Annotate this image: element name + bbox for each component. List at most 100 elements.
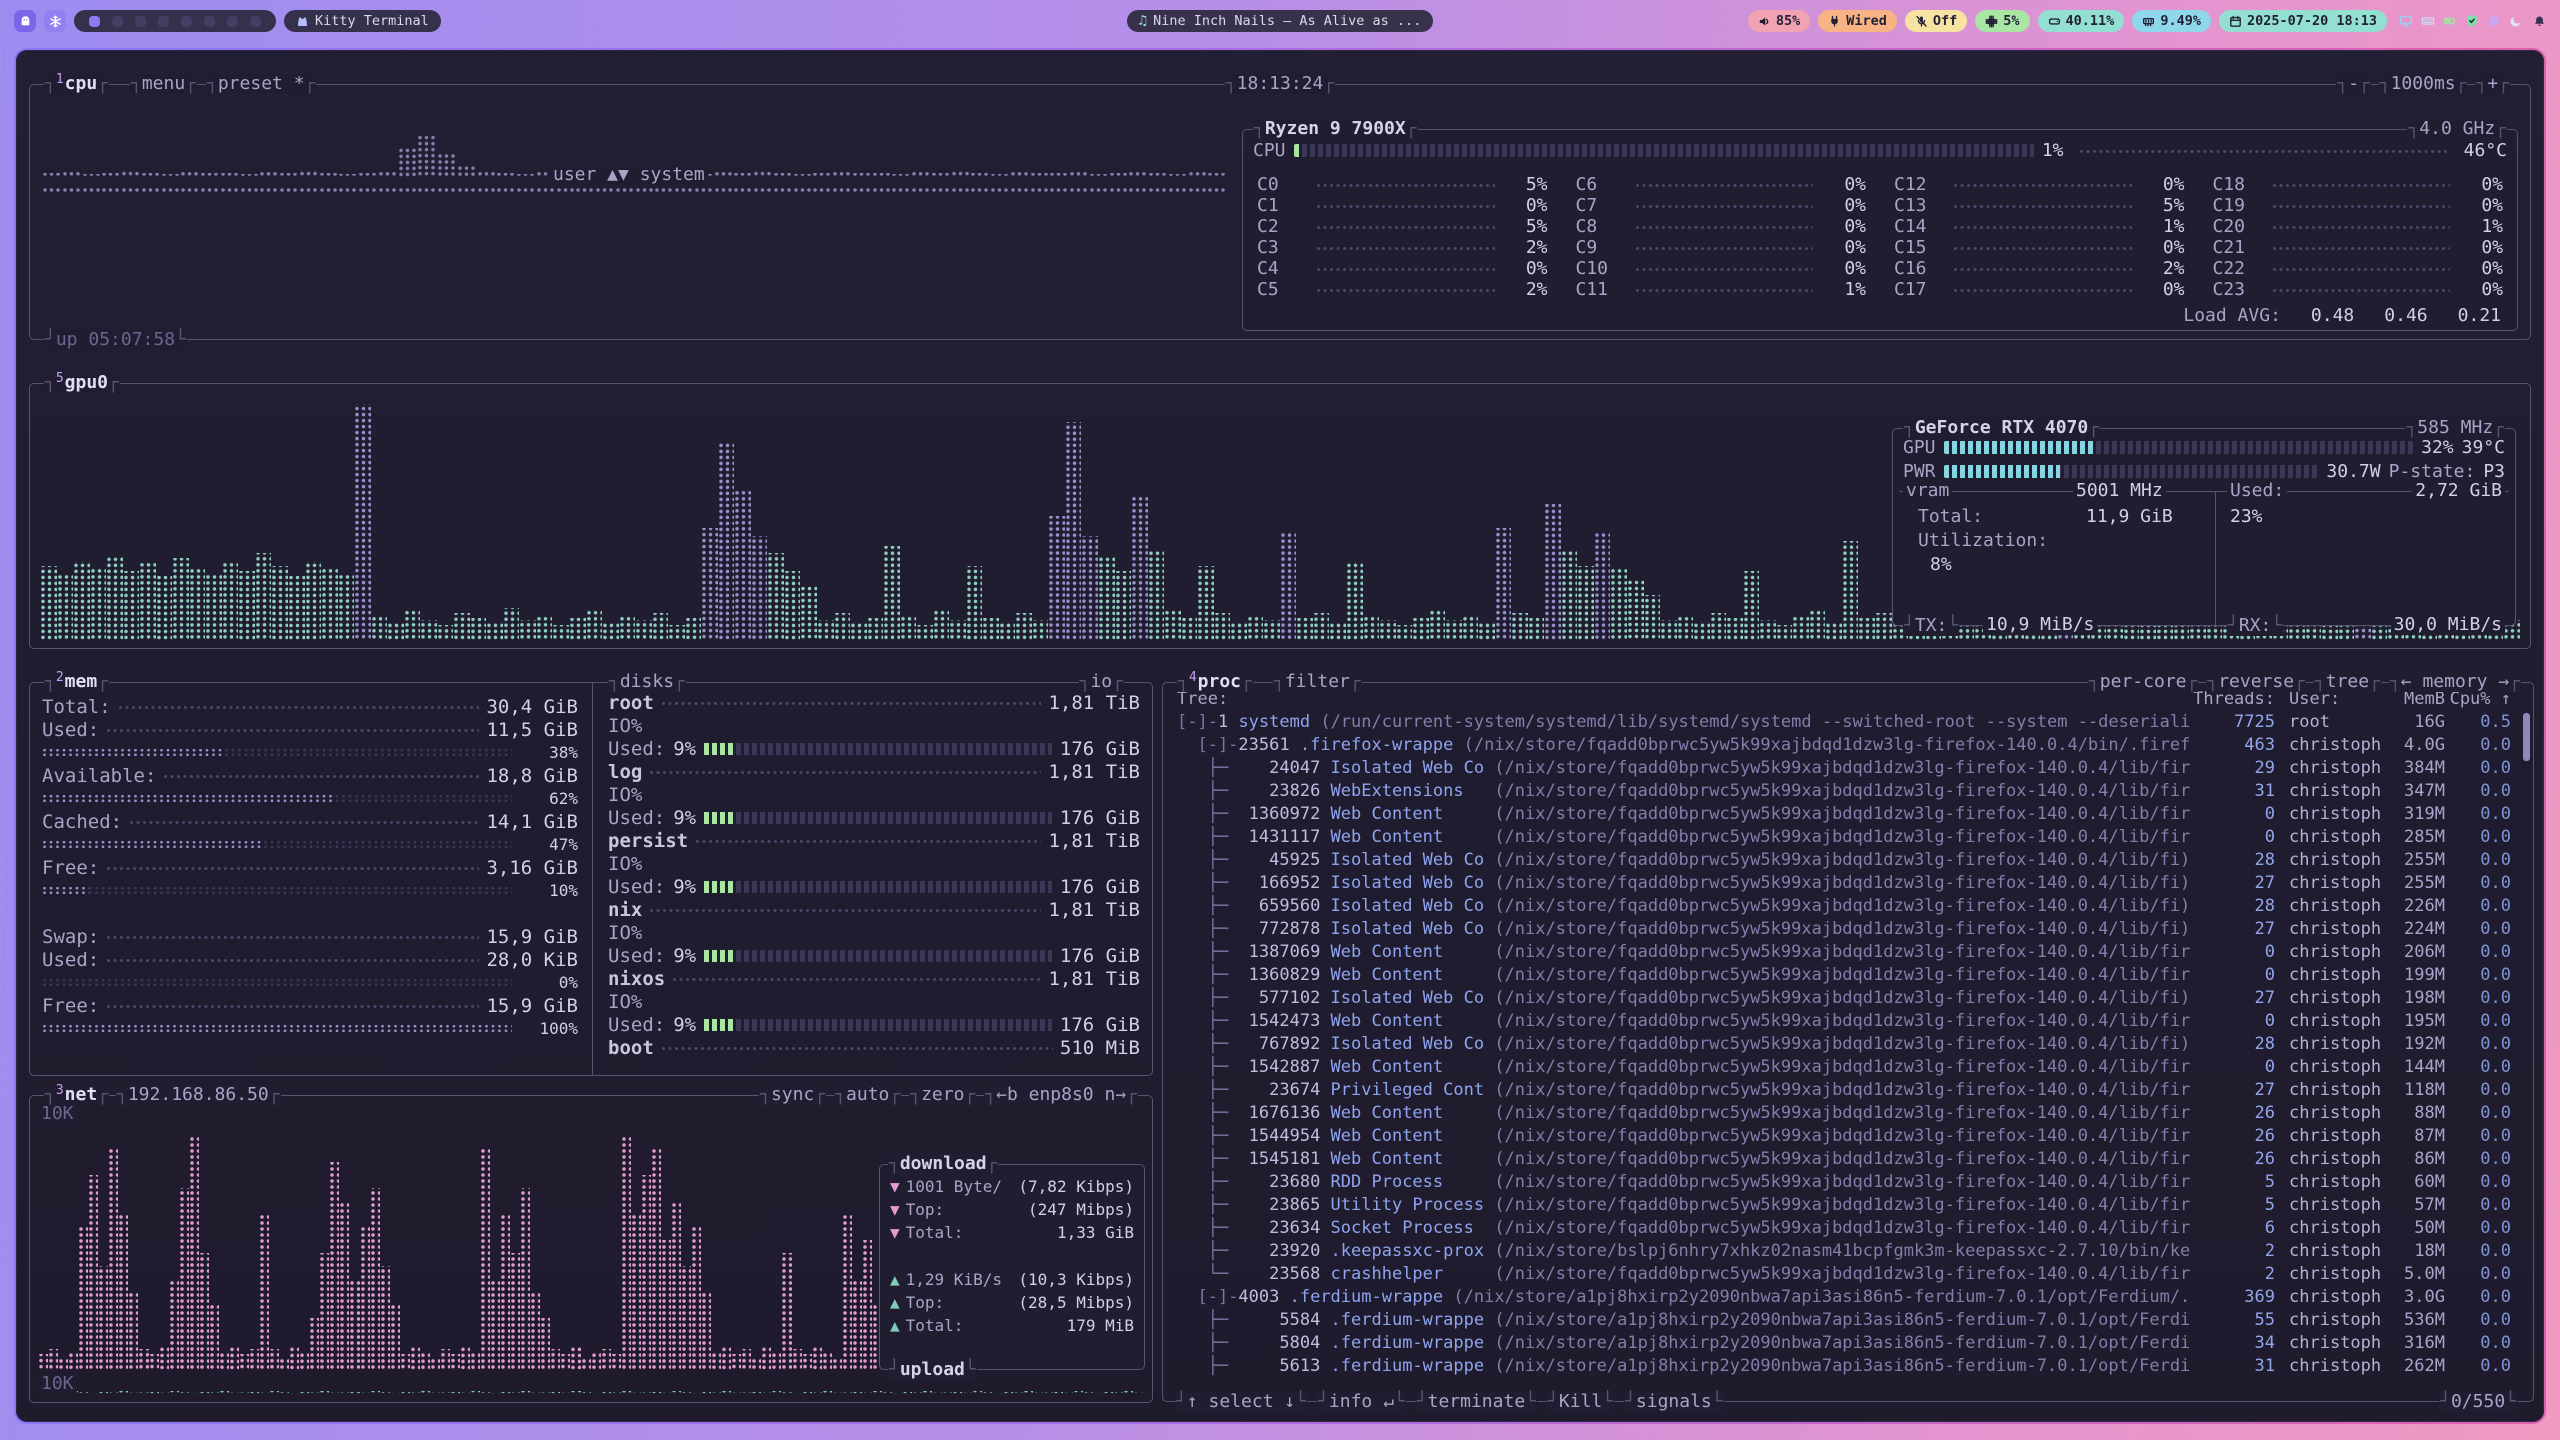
workspace-button[interactable] <box>89 16 100 27</box>
process-row[interactable]: ├─ 1676136 Web Content (/nix/store/fqadd… <box>1167 1102 2517 1125</box>
module-network[interactable]: Wired <box>1818 10 1897 32</box>
module-disk[interactable]: 40.11% <box>2038 10 2125 32</box>
process-row[interactable]: ├─ 23634 Socket Process (/nix/store/fqad… <box>1167 1217 2517 1240</box>
menu-button[interactable]: menu <box>130 74 197 94</box>
process-row[interactable]: ├─ 1360829 Web Content (/nix/store/fqadd… <box>1167 964 2517 987</box>
proc-filter-button[interactable]: filter <box>1273 672 1362 692</box>
cpu-core: C230% <box>2213 279 2504 300</box>
proc-panel-title: 4proc <box>1177 672 1253 692</box>
proc-reverse-toggle[interactable]: reverse <box>2206 672 2306 692</box>
process-row[interactable]: ├─ 23920 .keepassxc-prox (/nix/store/bsl… <box>1167 1240 2517 1263</box>
bell-icon[interactable] <box>2533 15 2546 28</box>
process-row[interactable]: ├─ 1542473 Web Content (/nix/store/fqadd… <box>1167 1010 2517 1033</box>
music-player[interactable]: ♫ Nine Inch Nails – As Alive as ... <box>1127 10 1434 32</box>
process-row[interactable]: [-]-1 systemd (/run/current-system/syste… <box>1167 711 2517 734</box>
process-row[interactable]: ├─ 1387069 Web Content (/nix/store/fqadd… <box>1167 941 2517 964</box>
cpu-core: C40% <box>1257 258 1548 279</box>
process-row[interactable]: ├─ 1360972 Web Content (/nix/store/fqadd… <box>1167 803 2517 826</box>
process-row[interactable]: ├─ 5584 .ferdium-wrappe (/nix/store/a1pj… <box>1167 1309 2517 1332</box>
proc-header-cpu[interactable]: Cpu% ↑ <box>2445 689 2511 709</box>
gpu-utilization-label: Utilization: <box>1915 531 2051 551</box>
disk-io-label: IO% <box>608 783 1140 806</box>
proc-header-threads[interactable]: Threads: <box>2191 689 2275 709</box>
interval-plus-button[interactable]: + <box>2475 74 2510 94</box>
disk-entry: log1,81 TiB <box>608 760 1140 783</box>
process-row[interactable]: ├─ 23826 WebExtensions (/nix/store/fqadd… <box>1167 780 2517 803</box>
proc-info-button[interactable]: info ↵ <box>1317 1392 1406 1412</box>
cpu-core: C210% <box>2213 237 2504 258</box>
module-cpu[interactable]: 5% <box>1975 10 2029 32</box>
moon-icon[interactable] <box>2509 14 2523 28</box>
process-row[interactable]: ├─ 23865 Utility Process (/nix/store/fqa… <box>1167 1194 2517 1217</box>
process-row[interactable]: [-]-23561 .firefox-wrappe (/nix/store/fq… <box>1167 734 2517 757</box>
net-stats-box: download ▼1001 Byte/(7,82 Kibps)▼Top:(24… <box>879 1164 1145 1370</box>
workspace-button[interactable] <box>135 16 146 27</box>
process-row[interactable]: ├─ 166952 Isolated Web Co (/nix/store/fq… <box>1167 872 2517 895</box>
proc-header-mem[interactable]: MemB <box>2387 689 2445 709</box>
process-row[interactable]: ├─ 24047 Isolated Web Co (/nix/store/fqa… <box>1167 757 2517 780</box>
battery-icon[interactable] <box>2443 14 2457 28</box>
process-row[interactable]: ├─ 659560 Isolated Web Co (/nix/store/fq… <box>1167 895 2517 918</box>
net-scale-bottom: 10K <box>38 1374 77 1394</box>
shield-icon[interactable] <box>2465 14 2479 28</box>
preset-button[interactable]: preset * <box>206 74 316 94</box>
keyboard-icon[interactable] <box>2421 14 2435 28</box>
workspace-button[interactable] <box>227 16 238 27</box>
interval-minus-button[interactable]: - <box>2336 74 2371 94</box>
module-mic[interactable]: Off <box>1905 10 1967 32</box>
net-stat: ▲Total:179 MiB <box>890 1314 1134 1337</box>
process-row[interactable]: ├─ 45925 Isolated Web Co (/nix/store/fqa… <box>1167 849 2517 872</box>
disks-io-toggle[interactable]: io <box>1079 672 1124 692</box>
workspace-button[interactable] <box>204 16 215 27</box>
gpu-temp: 39°C <box>2462 437 2505 458</box>
net-sync-button[interactable]: sync <box>759 1085 826 1105</box>
circle-icon[interactable] <box>2487 14 2501 28</box>
workspace-button[interactable] <box>158 16 169 27</box>
workspace-button[interactable] <box>250 16 261 27</box>
process-row[interactable]: ├─ 23674 Privileged Cont (/nix/store/fqa… <box>1167 1079 2517 1102</box>
nixos-menu-button[interactable] <box>44 10 66 32</box>
net-zero-button[interactable]: zero <box>909 1085 976 1105</box>
module-memory[interactable]: 9.49% <box>2132 10 2211 32</box>
proc-header-tree[interactable]: Tree: <box>1177 689 2191 709</box>
process-row[interactable]: ├─ 1545181 Web Content (/nix/store/fqadd… <box>1167 1148 2517 1171</box>
proc-terminate-button[interactable]: terminate <box>1416 1392 1537 1412</box>
process-row[interactable]: ├─ 5804 .ferdium-wrappe (/nix/store/a1pj… <box>1167 1332 2517 1355</box>
cpu-core: C90% <box>1576 237 1867 258</box>
process-row[interactable]: ├─ 772878 Isolated Web Co (/nix/store/fq… <box>1167 918 2517 941</box>
proc-scrollbar[interactable] <box>2523 713 2530 761</box>
vram-clock: 5001 MHz <box>2073 481 2166 501</box>
proc-tree-toggle[interactable]: tree <box>2314 672 2381 692</box>
process-row[interactable]: ├─ 1431117 Web Content (/nix/store/fqadd… <box>1167 826 2517 849</box>
display-icon[interactable] <box>2399 14 2413 28</box>
net-panel: 3net 192.168.86.50 sync auto zero ←b enp… <box>29 1095 1153 1403</box>
process-row[interactable]: ├─ 5613 .ferdium-wrappe (/nix/store/a1pj… <box>1167 1355 2517 1378</box>
process-row[interactable]: [-]-4003 .ferdium-wrappe (/nix/store/a1p… <box>1167 1286 2517 1309</box>
net-auto-button[interactable]: auto <box>834 1085 901 1105</box>
module-clock[interactable]: 2025-07-20 18:13 <box>2219 10 2387 32</box>
process-row[interactable]: ├─ 23680 RDD Process (/nix/store/fqadd0b… <box>1167 1171 2517 1194</box>
disk-io-label: IO% <box>608 852 1140 875</box>
workspace-button[interactable] <box>112 16 123 27</box>
cpu-panel-title: 1cpu <box>44 74 109 94</box>
workspace-button[interactable] <box>181 16 192 27</box>
process-row[interactable]: ├─ 577102 Isolated Web Co (/nix/store/fq… <box>1167 987 2517 1010</box>
window-title-pill[interactable]: Kitty Terminal <box>284 10 441 32</box>
proc-select-keys[interactable]: ↑ select ↓ <box>1175 1392 1307 1412</box>
proc-sort-selector[interactable]: ← memory → <box>2389 672 2521 692</box>
gpu-model-box: GeForce RTX 4070 585 MHz GPU 32% 39°C PW… <box>1892 428 2516 626</box>
proc-header-user[interactable]: User: <box>2275 689 2387 709</box>
launcher-button[interactable] <box>14 10 36 32</box>
gpu-tx-value: 10,9 MiB/s <box>1983 615 2097 635</box>
proc-kill-button[interactable]: Kill <box>1547 1392 1614 1412</box>
process-row[interactable]: └─ 23568 crashhelper (/nix/store/fqadd0b… <box>1167 1263 2517 1286</box>
kitty-terminal-window[interactable]: 1cpu menu preset * 18:13:24 - 1000ms + u… <box>16 50 2544 1422</box>
module-volume[interactable]: 85% <box>1748 10 1810 32</box>
proc-signals-button[interactable]: signals <box>1624 1392 1724 1412</box>
proc-percore-toggle[interactable]: per-core <box>2088 672 2198 692</box>
music-icon: ♫ <box>1139 13 1147 29</box>
process-row[interactable]: ├─ 1544954 Web Content (/nix/store/fqadd… <box>1167 1125 2517 1148</box>
net-interface-switcher[interactable]: ←b enp8s0 n→ <box>984 1085 1138 1105</box>
process-row[interactable]: ├─ 767892 Isolated Web Co (/nix/store/fq… <box>1167 1033 2517 1056</box>
process-row[interactable]: ├─ 1542887 Web Content (/nix/store/fqadd… <box>1167 1056 2517 1079</box>
